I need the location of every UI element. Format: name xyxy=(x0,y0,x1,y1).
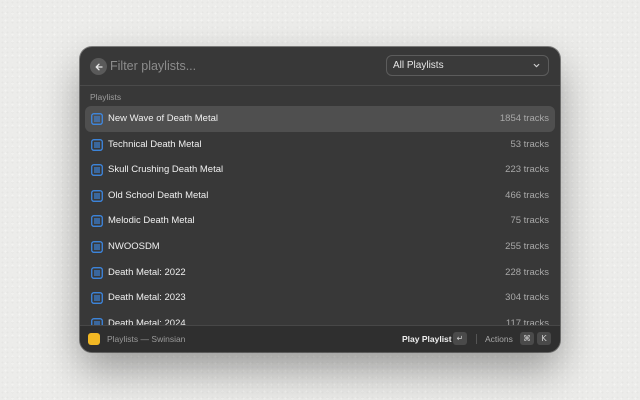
actions-button[interactable]: Actions xyxy=(485,334,513,344)
divider xyxy=(476,334,477,344)
app-icon xyxy=(88,333,100,345)
playlist-row[interactable]: Old School Death Metal 466 tracks xyxy=(85,183,555,209)
playlist-row[interactable]: Melodic Death Metal 75 tracks xyxy=(85,208,555,234)
dropdown-selected-value: All Playlists xyxy=(393,60,444,71)
playlist-name: Technical Death Metal xyxy=(108,138,202,150)
playlist-icon xyxy=(91,189,103,202)
playlist-name: Old School Death Metal xyxy=(108,189,209,201)
playlist-name: New Wave of Death Metal xyxy=(108,113,218,124)
play-playlist-button[interactable]: Play Playlist xyxy=(402,334,452,344)
playlist-track-count: 304 tracks xyxy=(505,292,549,304)
playlist-icon xyxy=(91,138,103,151)
playlist-icon xyxy=(91,266,103,279)
playlist-name: Death Metal: 2023 xyxy=(108,292,186,304)
playlist-row[interactable]: NWOOSDM 255 tracks xyxy=(85,234,555,260)
cmd-key-hint: ⌘ xyxy=(520,332,534,345)
playlist-track-count: 1854 tracks xyxy=(499,113,549,124)
playlist-row[interactable]: Technical Death Metal 53 tracks xyxy=(85,132,555,158)
playlist-name: Death Metal: 2022 xyxy=(108,266,186,278)
playlist-filter-dropdown[interactable]: All Playlists xyxy=(386,55,549,76)
playlist-track-count: 466 tracks xyxy=(505,189,549,201)
playlist-row[interactable]: Death Metal: 2023 304 tracks xyxy=(85,285,555,311)
playlist-name: Melodic Death Metal xyxy=(108,215,195,227)
playlist-list: New Wave of Death Metal 1854 tracks Techni… xyxy=(85,106,555,326)
arrow-left-icon xyxy=(95,63,103,70)
playlist-icon xyxy=(91,241,103,253)
playlist-row[interactable]: Death Metal: 2024 117 tracks xyxy=(85,311,555,326)
app-title: Playlists — Swinsian xyxy=(107,334,186,344)
section-header: Playlists xyxy=(90,92,122,102)
playlist-name: Skull Crushing Death Metal xyxy=(108,164,224,176)
playlist-icon xyxy=(91,113,103,125)
playlist-icon xyxy=(91,164,103,177)
action-bar: Playlists — Swinsian Play Playlist ↵ Act… xyxy=(80,325,560,352)
playlist-track-count: 75 tracks xyxy=(510,215,549,227)
playlist-track-count: 255 tracks xyxy=(505,240,549,252)
playlist-icon xyxy=(91,215,103,228)
playlist-track-count: 223 tracks xyxy=(505,164,549,176)
playlist-row[interactable]: Death Metal: 2022 228 tracks xyxy=(85,260,555,286)
playlist-track-count: 228 tracks xyxy=(505,266,549,278)
playlist-track-count: 53 tracks xyxy=(510,138,549,150)
playlist-icon xyxy=(91,292,103,305)
search-input[interactable] xyxy=(110,56,360,76)
launcher-window: All Playlists Playlists New Wave of Deat… xyxy=(80,47,560,352)
k-key-hint: K xyxy=(537,332,551,345)
playlist-row[interactable]: Skull Crushing Death Metal 223 tracks xyxy=(85,157,555,183)
search-bar: All Playlists xyxy=(80,47,560,86)
back-button[interactable] xyxy=(90,58,107,75)
chevron-down-icon xyxy=(533,63,540,68)
playlist-row[interactable]: New Wave of Death Metal 1854 tracks xyxy=(85,106,555,132)
playlist-name: NWOOSDM xyxy=(108,240,160,252)
enter-key-hint: ↵ xyxy=(453,332,467,345)
